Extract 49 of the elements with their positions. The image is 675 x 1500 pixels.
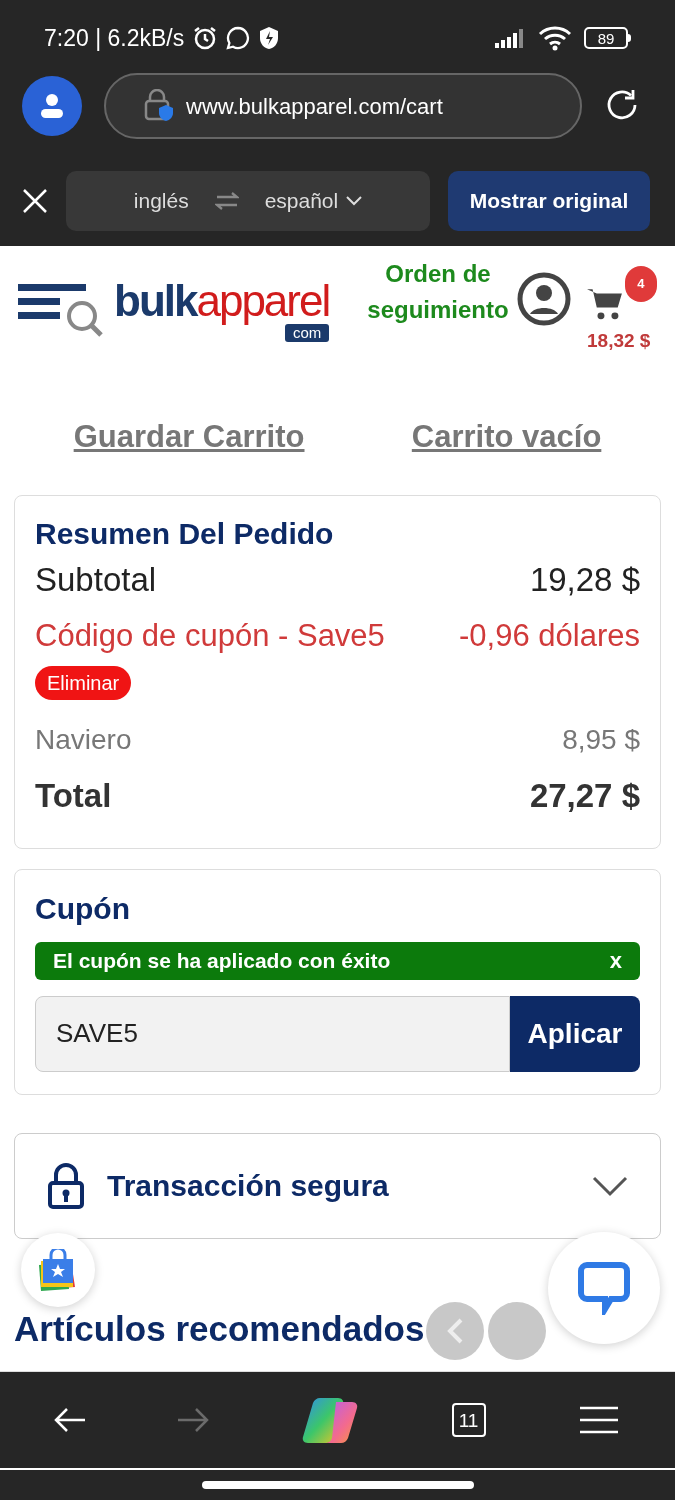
profile-avatar-button[interactable]: [22, 76, 82, 136]
chat-bubble-icon: [226, 26, 251, 50]
account-icon[interactable]: [517, 272, 571, 326]
recommended-title: Artículos recomendados: [14, 1307, 425, 1350]
target-language-dropdown[interactable]: español: [264, 185, 363, 217]
chat-icon: [577, 1261, 631, 1315]
shield-icon: [258, 26, 281, 50]
success-message: El cupón se ha aplicado con éxito: [53, 947, 391, 974]
swap-icon[interactable]: [214, 191, 239, 211]
close-icon[interactable]: [22, 188, 48, 214]
secure-transaction-panel[interactable]: Transacción segura: [14, 1132, 661, 1239]
empty-cart-link[interactable]: Carrito vacío: [411, 414, 602, 461]
subtotal-value: 19,28 $: [529, 559, 640, 600]
coupon-code-label: Código de cupón - Save5: [35, 616, 385, 655]
save-cart-link[interactable]: Guardar Carrito: [73, 414, 305, 461]
tab-count-button[interactable]: 11: [451, 1403, 486, 1437]
chevron-left-icon: [447, 1318, 463, 1344]
remove-coupon-button[interactable]: Eliminar: [35, 665, 132, 700]
chevron-down-icon: [346, 196, 363, 206]
person-icon: [40, 93, 64, 119]
apply-button[interactable]: Aplicar: [510, 995, 640, 1072]
discount-value: -0,96 dólares: [459, 616, 640, 655]
battery-indicator: 89: [584, 27, 631, 49]
signal-icon: [494, 27, 526, 49]
lock-shield-icon: [144, 89, 174, 123]
url-text: www.bulkapparel.com/cart: [186, 92, 443, 121]
shopping-bag-button[interactable]: [21, 1233, 95, 1307]
url-field[interactable]: www.bulkapparel.com/cart: [104, 73, 582, 139]
shipping-value: 8,95 $: [562, 722, 640, 757]
coupon-input[interactable]: SAVE5: [35, 995, 510, 1072]
total-value: 27,27 $: [529, 775, 640, 816]
padlock-icon: [47, 1162, 85, 1209]
wifi-icon: [538, 25, 572, 51]
total-label: Total: [35, 775, 112, 816]
site-logo[interactable]: bulkapparel com: [18, 278, 330, 342]
show-original-button[interactable]: Mostrar original: [448, 171, 650, 231]
secure-transaction-title: Transacción segura: [107, 1168, 389, 1204]
track-order-link[interactable]: Orden de seguimiento: [363, 256, 513, 328]
cart-count-badge: 4: [624, 266, 657, 302]
status-time: 7:20 | 6.2kB/s: [44, 23, 185, 53]
subtotal-label: Subtotal: [35, 559, 157, 600]
chat-button[interactable]: [548, 1232, 660, 1344]
dismiss-button[interactable]: x: [609, 944, 622, 977]
back-arrow-icon[interactable]: [52, 1407, 87, 1433]
coupon-title: Cupón: [35, 890, 131, 927]
order-summary-title: Resumen Del Pedido: [35, 515, 335, 552]
shipping-label: Naviero: [35, 722, 132, 757]
source-language[interactable]: inglés: [133, 185, 189, 217]
cart-total: 18,32 $: [587, 329, 652, 353]
